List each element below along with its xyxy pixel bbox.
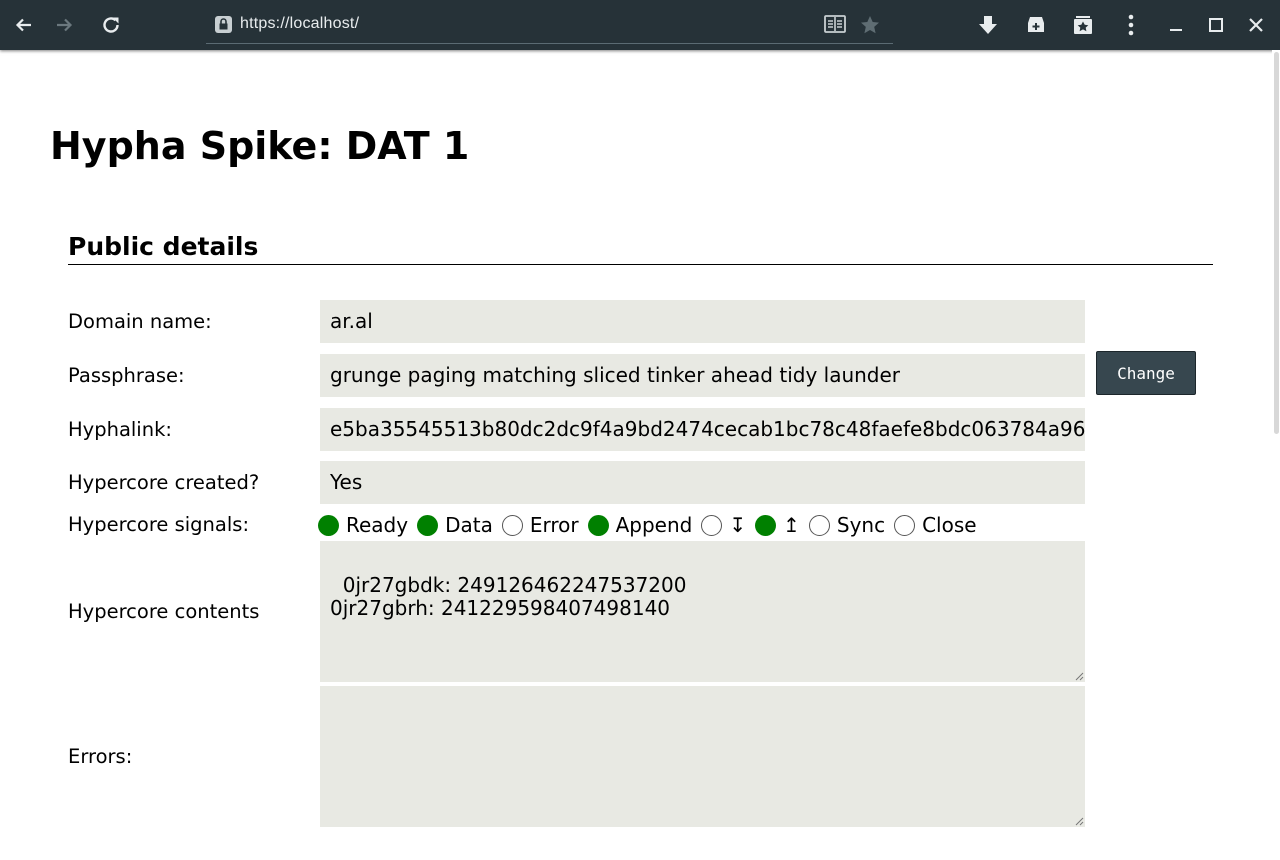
signal-sync: Sync: [808, 513, 886, 537]
maximize-icon[interactable]: [1196, 0, 1236, 50]
browser-toolbar: https://localhost/: [0, 0, 1280, 50]
signal-data-label: Data: [445, 513, 493, 537]
hypercore-created-label: Hypercore created?: [68, 471, 260, 494]
hyphalink-label: Hyphalink:: [68, 418, 172, 441]
minimize-icon[interactable]: [1156, 0, 1196, 50]
hypercore-created-field[interactable]: Yes: [320, 461, 1085, 504]
signal-append-label: Append: [615, 513, 693, 537]
passphrase-label: Passphrase:: [68, 364, 185, 387]
hyphalink-field[interactable]: e5ba35545513b80dc2dc9f4a9bd2474cecab1bc7…: [320, 408, 1085, 451]
signal-close: Close: [894, 513, 977, 537]
hypercore-contents-text: 0jr27gbdk: 249126462247537200 0jr27gbrh:…: [330, 573, 687, 620]
signal-append: Append: [587, 513, 693, 537]
bookmark-star-icon[interactable]: [859, 14, 881, 40]
signal-close-label: Close: [922, 513, 977, 537]
domain-name-label: Domain name:: [68, 310, 212, 333]
download-icon[interactable]: [968, 0, 1008, 50]
url-text: https://localhost/: [240, 15, 360, 32]
signal-data: Data: [417, 513, 493, 537]
signal-data-indicator: [417, 514, 439, 536]
resize-grip-icon[interactable]: [1074, 816, 1084, 826]
add-to-screen-icon[interactable]: [1016, 0, 1056, 50]
signal-ready-label: Ready: [346, 513, 409, 537]
collections-icon[interactable]: [1063, 0, 1103, 50]
signal-upload: ↥: [755, 513, 800, 537]
section-heading: Public details: [68, 232, 1213, 265]
signal-upload-label: ↥: [783, 513, 800, 537]
hypercore-contents-textarea[interactable]: 0jr27gbdk: 249126462247537200 0jr27gbrh:…: [320, 541, 1085, 682]
signal-error-indicator: [501, 514, 523, 536]
signal-ready: Ready: [318, 513, 408, 537]
hypercore-signals-label: Hypercore signals:: [68, 513, 250, 536]
page-title: Hypha Spike: DAT 1: [50, 124, 470, 168]
back-icon[interactable]: [4, 0, 44, 50]
signal-append-indicator: [587, 514, 609, 536]
signal-sync-indicator: [808, 514, 830, 536]
signal-download-indicator: [701, 514, 723, 536]
menu-icon[interactable]: [1111, 0, 1151, 50]
reload-icon[interactable]: [91, 0, 131, 50]
hypercore-contents-label: Hypercore contents: [68, 600, 260, 623]
signal-close-indicator: [894, 514, 916, 536]
passphrase-field[interactable]: grunge paging matching sliced tinker ahe…: [320, 354, 1085, 397]
domain-name-field[interactable]: ar.al: [320, 300, 1085, 343]
url-bar[interactable]: https://localhost/: [206, 6, 893, 44]
signal-download: ↧: [701, 513, 746, 537]
errors-textarea[interactable]: [320, 686, 1085, 827]
lock-icon: [214, 15, 233, 38]
hypercore-signals: Ready Data Error Append ↧ ↥ Sync Close: [318, 512, 986, 538]
signal-error-label: Error: [529, 513, 579, 537]
signal-sync-label: Sync: [836, 513, 886, 537]
close-icon[interactable]: [1236, 0, 1276, 50]
forward-icon[interactable]: [44, 0, 84, 50]
signal-upload-indicator: [755, 514, 777, 536]
errors-label: Errors:: [68, 745, 133, 768]
signal-error: Error: [501, 513, 579, 537]
signal-download-label: ↧: [729, 513, 747, 537]
signal-ready-indicator: [318, 514, 339, 536]
change-button[interactable]: Change: [1096, 351, 1196, 395]
reader-mode-icon[interactable]: [824, 15, 846, 37]
scrollbar-thumb[interactable]: [1274, 52, 1279, 434]
resize-grip-icon[interactable]: [1074, 671, 1084, 681]
